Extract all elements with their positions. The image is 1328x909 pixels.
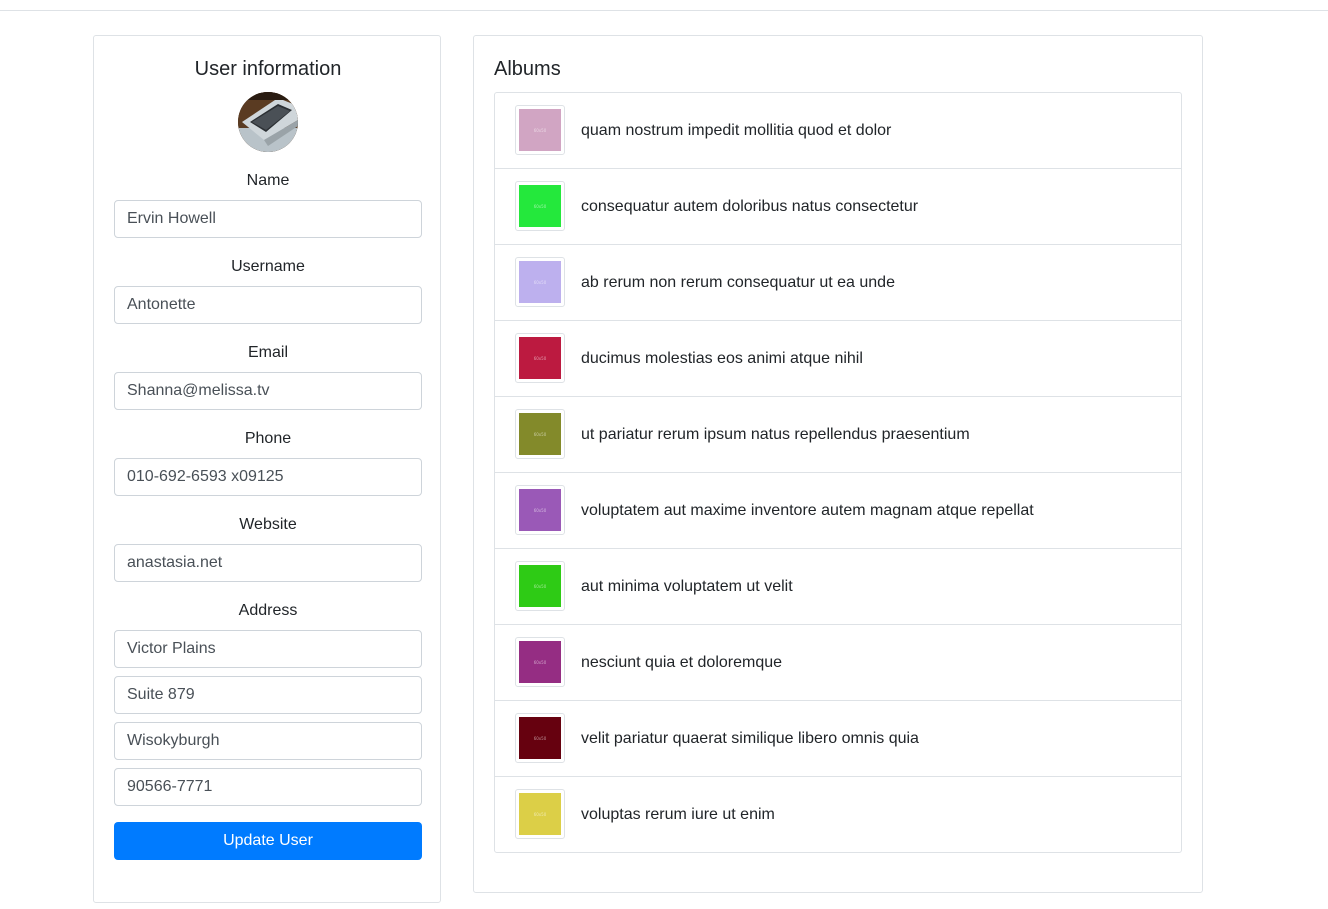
email-label: Email bbox=[247, 344, 288, 361]
album-list-item[interactable]: 60x50 consequatur autem doloribus natus c… bbox=[495, 169, 1181, 245]
album-thumbnail: 60x50 bbox=[519, 641, 561, 683]
album-thumbnail: 60x50 bbox=[519, 717, 561, 759]
album-thumbnail: 60x50 bbox=[519, 793, 561, 835]
user-info-card: User information Name Username Email Pho… bbox=[93, 35, 441, 903]
album-list-item[interactable]: 60x50 nesciunt quia et doloremque bbox=[495, 625, 1181, 701]
album-title: velit pariatur quaerat similique libero … bbox=[581, 729, 919, 747]
album-title: consequatur autem doloribus natus consec… bbox=[581, 197, 919, 215]
user-info-title: User information bbox=[194, 58, 342, 80]
album-thumbnail: 60x50 bbox=[519, 413, 561, 455]
username-label: Username bbox=[231, 258, 305, 275]
website-label: Website bbox=[239, 516, 297, 533]
album-thumbnail: 60x50 bbox=[519, 261, 561, 303]
album-list-item[interactable]: 60x50 ut pariatur rerum ipsum natus repel… bbox=[495, 397, 1181, 473]
album-list-item[interactable]: 60x50 quam nostrum impedit mollitia quod … bbox=[495, 93, 1181, 169]
name-input[interactable] bbox=[114, 200, 422, 238]
album-list: 60x50 quam nostrum impedit mollitia quod … bbox=[494, 92, 1182, 853]
album-title: quam nostrum impedit mollitia quod et do… bbox=[581, 121, 892, 139]
address-label: Address bbox=[238, 602, 298, 619]
address-city-input[interactable] bbox=[114, 722, 422, 760]
album-thumbnail-frame: 60x50 bbox=[515, 181, 565, 231]
album-thumbnail-frame: 60x50 bbox=[515, 485, 565, 535]
album-title: voluptatem aut maxime inventore autem ma… bbox=[581, 501, 1034, 519]
album-list-item[interactable]: 60x50 ab rerum non rerum consequatur ut e… bbox=[495, 245, 1181, 321]
album-thumbnail: 60x50 bbox=[519, 337, 561, 379]
phone-input[interactable] bbox=[114, 458, 422, 496]
website-input[interactable] bbox=[114, 544, 422, 582]
album-list-item[interactable]: 60x50 velit pariatur quaerat similique li… bbox=[495, 701, 1181, 777]
album-list-item[interactable]: 60x50 voluptatem aut maxime inventore aut… bbox=[495, 473, 1181, 549]
album-thumbnail-frame: 60x50 bbox=[515, 789, 565, 839]
album-thumbnail: 60x50 bbox=[519, 489, 561, 531]
address-zipcode-input[interactable] bbox=[114, 768, 422, 806]
album-list-item[interactable]: 60x50 voluptas rerum iure ut enim bbox=[495, 777, 1181, 852]
laptop-photo-icon bbox=[238, 92, 298, 152]
album-list-item[interactable]: 60x50 ducimus molestias eos animi atque n… bbox=[495, 321, 1181, 397]
phone-label: Phone bbox=[244, 430, 292, 447]
album-thumbnail-frame: 60x50 bbox=[515, 105, 565, 155]
email-input[interactable] bbox=[114, 372, 422, 410]
album-thumbnail-frame: 60x50 bbox=[515, 409, 565, 459]
album-thumbnail: 60x50 bbox=[519, 565, 561, 607]
album-thumbnail-frame: 60x50 bbox=[515, 713, 565, 763]
album-title: ab rerum non rerum consequatur ut ea und… bbox=[581, 273, 895, 291]
album-title: ducimus molestias eos animi atque nihil bbox=[581, 349, 863, 367]
album-thumbnail-frame: 60x50 bbox=[515, 333, 565, 383]
address-street-input[interactable] bbox=[114, 630, 422, 668]
user-avatar bbox=[238, 92, 298, 152]
name-label: Name bbox=[246, 172, 290, 189]
album-thumbnail-frame: 60x50 bbox=[515, 637, 565, 687]
album-thumbnail-frame: 60x50 bbox=[515, 561, 565, 611]
address-suite-input[interactable] bbox=[114, 676, 422, 714]
top-divider bbox=[0, 10, 1328, 11]
albums-card: Albums 60x50 quam nostrum impedit molliti… bbox=[473, 35, 1203, 893]
album-thumbnail-frame: 60x50 bbox=[515, 257, 565, 307]
album-title: nesciunt quia et doloremque bbox=[581, 653, 783, 671]
update-user-button[interactable]: Update User bbox=[114, 822, 422, 860]
album-list-item[interactable]: 60x50 aut minima voluptatem ut velit bbox=[495, 549, 1181, 625]
album-title: voluptas rerum iure ut enim bbox=[581, 805, 775, 823]
album-thumbnail: 60x50 bbox=[519, 109, 561, 151]
album-title: aut minima voluptatem ut velit bbox=[581, 577, 793, 595]
album-title: ut pariatur rerum ipsum natus repellendu… bbox=[581, 425, 970, 443]
username-input[interactable] bbox=[114, 286, 422, 324]
album-thumbnail: 60x50 bbox=[519, 185, 561, 227]
albums-title: Albums bbox=[494, 58, 561, 80]
